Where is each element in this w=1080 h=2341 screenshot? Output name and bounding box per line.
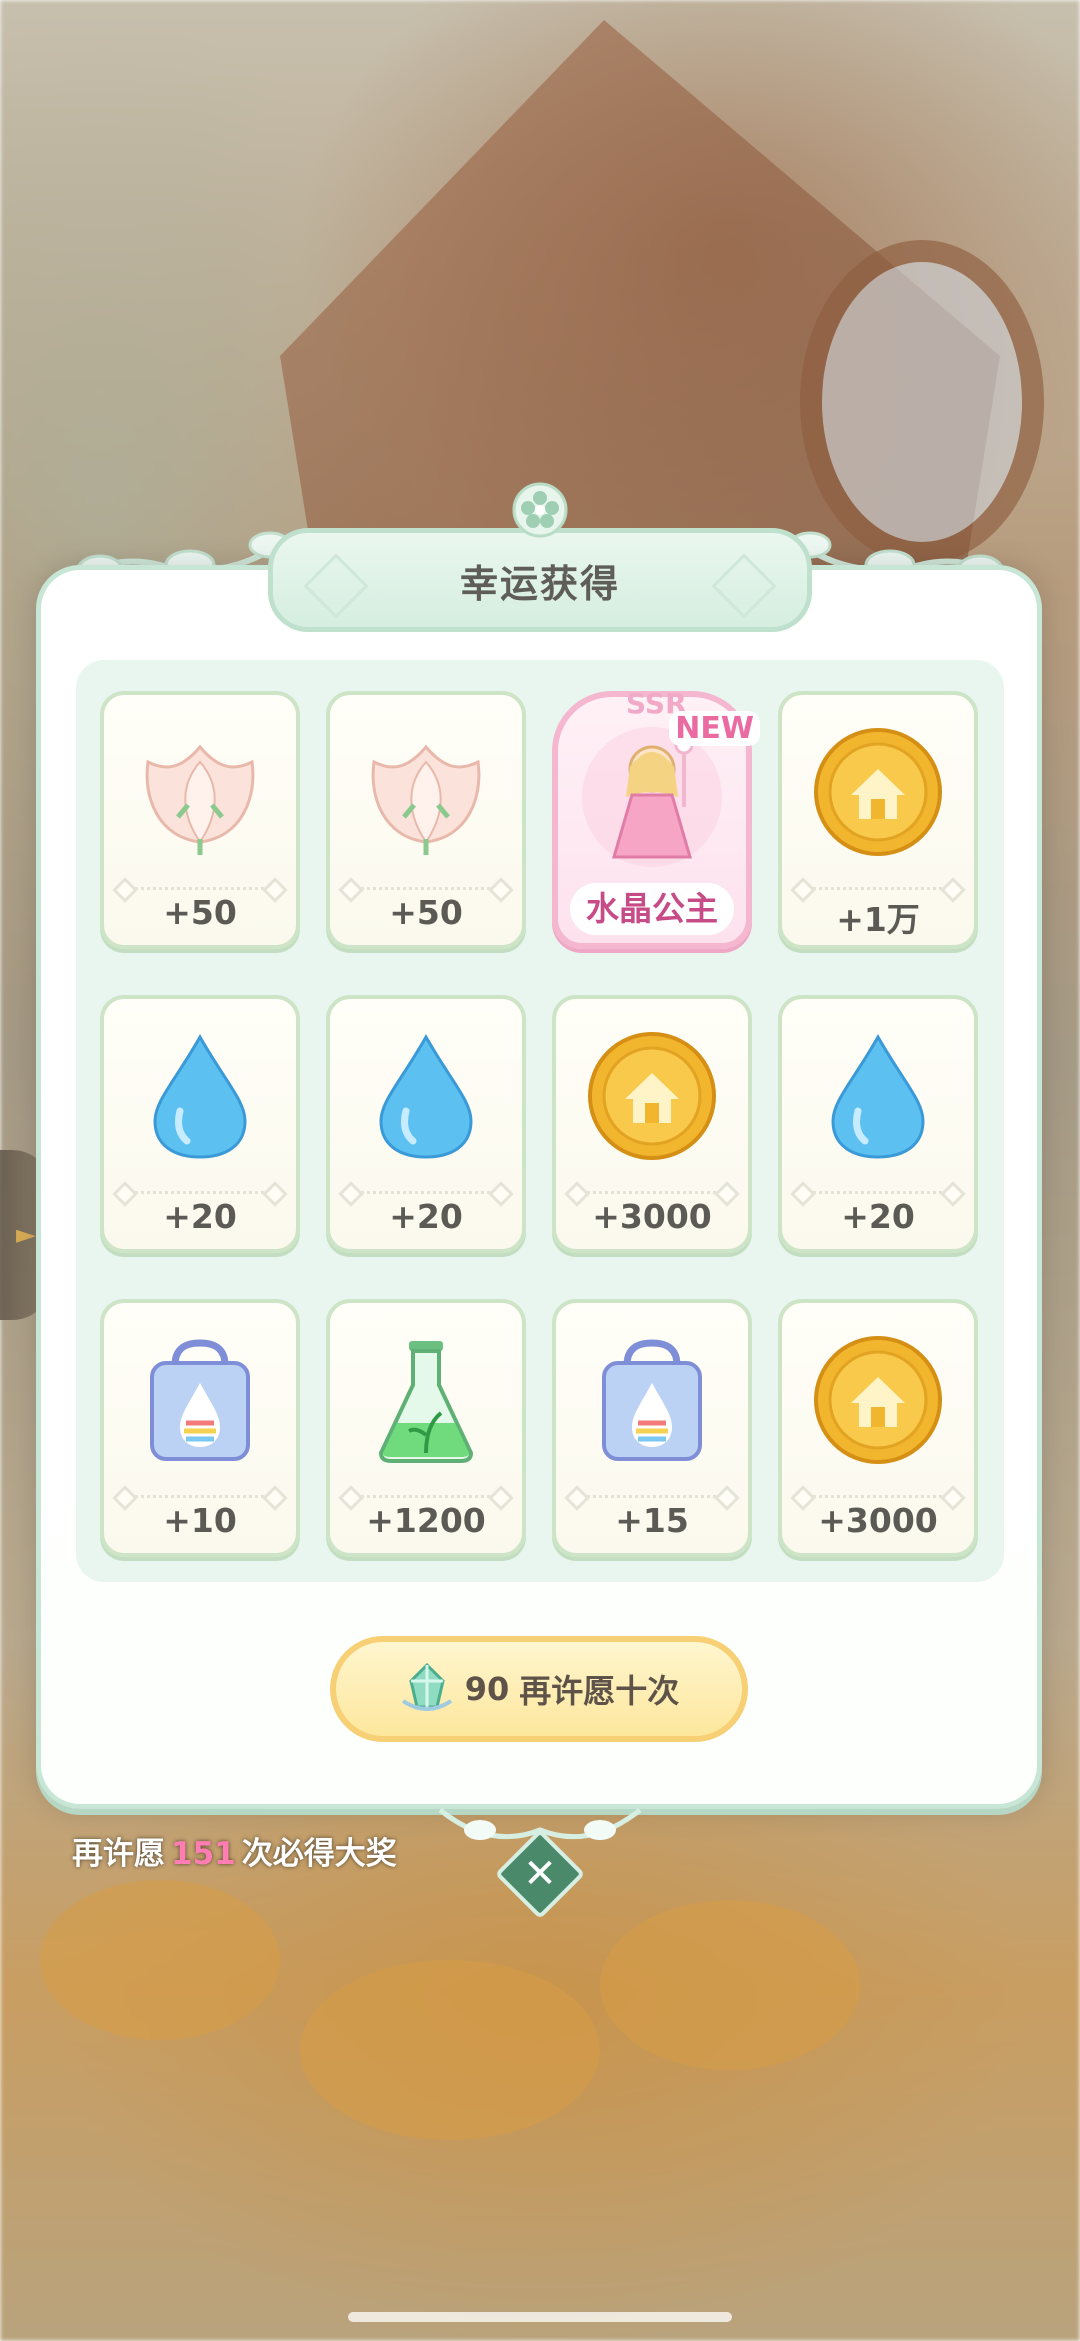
wish-ten-times-button[interactable]: 90 再许愿十次 (330, 1636, 748, 1742)
guarantee-text: 再许愿 151 次必得大奖 (72, 1828, 397, 1873)
gold-coin-icon (814, 1336, 942, 1464)
diamond-ornament (303, 553, 369, 619)
reward-amount: +3000 (592, 1197, 712, 1236)
reward-card[interactable]: +15 (552, 1299, 752, 1557)
reward-amount: +1万 (836, 900, 920, 939)
reward-amount: +20 (841, 1197, 915, 1236)
background-bush (300, 1960, 600, 2140)
ssr-character-card[interactable]: SSR NEW 水晶公主 (552, 687, 760, 949)
guarantee-suffix: 次必得大奖 (241, 1836, 397, 1872)
character-name: 水晶公主 (570, 883, 734, 935)
reward-card[interactable]: +10 (100, 1299, 300, 1557)
guarantee-count: 151 (171, 1836, 236, 1872)
reward-amount: +20 (389, 1197, 463, 1236)
reward-amount: +1200 (366, 1501, 486, 1540)
reward-amount: +50 (163, 893, 237, 932)
background-bush (600, 1900, 860, 2070)
reward-card[interactable]: +50 (326, 691, 526, 949)
gold-coin-icon (814, 728, 942, 856)
title-banner: 幸运获得 (268, 528, 812, 632)
reward-card[interactable]: +20 (778, 995, 978, 1253)
water-drop-icon (153, 1033, 247, 1159)
water-drop-icon (831, 1033, 925, 1159)
background-bush (40, 1880, 280, 2040)
reward-amount: +15 (615, 1501, 689, 1540)
reward-card[interactable]: +3000 (552, 995, 752, 1253)
rainbow-drop-box-icon (602, 1339, 702, 1461)
flower-ornament-icon (512, 482, 568, 538)
reward-card[interactable]: +1200 (326, 1299, 526, 1557)
arrow-right-icon: ► (16, 1220, 36, 1250)
wish-button-label: 再许愿十次 (519, 1672, 680, 1710)
reward-card[interactable]: +50 (100, 691, 300, 949)
reward-card[interactable]: +20 (100, 995, 300, 1253)
diamond-ornament (711, 553, 777, 619)
reward-amount: +10 (163, 1501, 237, 1540)
reward-card[interactable]: +3000 (778, 1299, 978, 1557)
reward-amount: +20 (163, 1197, 237, 1236)
close-icon: ✕ (523, 1851, 557, 1897)
reward-amount: +50 (389, 893, 463, 932)
pink-flower-icon (145, 744, 255, 855)
gold-coin-icon (588, 1032, 716, 1160)
guarantee-prefix: 再许愿 (72, 1836, 165, 1872)
green-potion-flask-icon (378, 1341, 474, 1463)
water-drop-icon (379, 1033, 473, 1159)
wish-cost: 90 (464, 1670, 510, 1708)
reward-amount: +3000 (818, 1501, 938, 1540)
pink-flower-icon (371, 744, 481, 855)
reward-card[interactable]: +1万 (778, 691, 978, 949)
home-indicator[interactable] (348, 2312, 732, 2322)
reward-card[interactable]: +20 (326, 995, 526, 1253)
green-crystal-icon (401, 1662, 452, 1711)
new-badge: NEW (669, 711, 760, 746)
dialog-title: 幸运获得 (459, 561, 620, 606)
rainbow-drop-box-icon (150, 1339, 250, 1461)
